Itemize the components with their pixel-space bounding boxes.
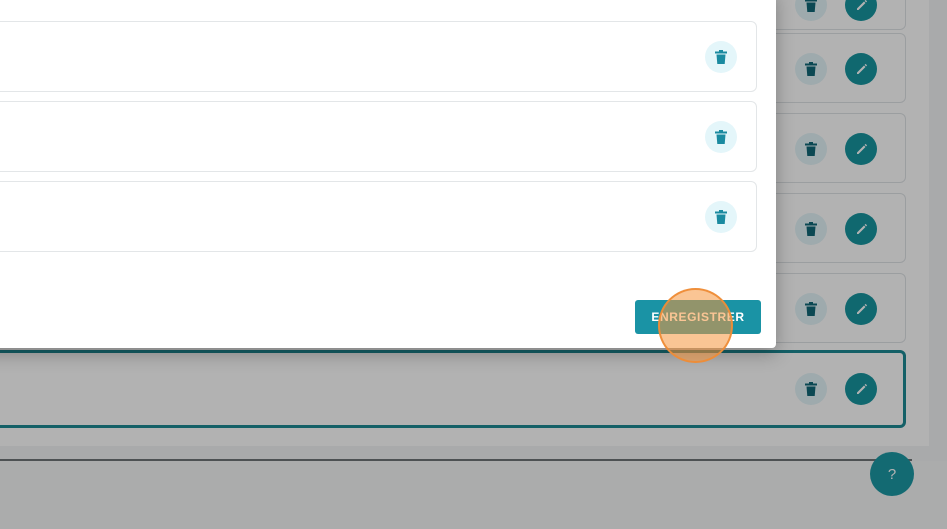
trash-icon: [715, 210, 727, 224]
modal-list-item: [0, 181, 757, 252]
delete-button[interactable]: [705, 121, 737, 153]
trash-icon: [715, 50, 727, 64]
delete-button[interactable]: [705, 201, 737, 233]
click-indicator: [658, 288, 733, 363]
trash-icon: [715, 130, 727, 144]
modal-dialog: ENREGISTRER: [0, 0, 776, 348]
delete-button[interactable]: [705, 41, 737, 73]
modal-list-item: [0, 21, 757, 92]
modal-list-item: [0, 101, 757, 172]
